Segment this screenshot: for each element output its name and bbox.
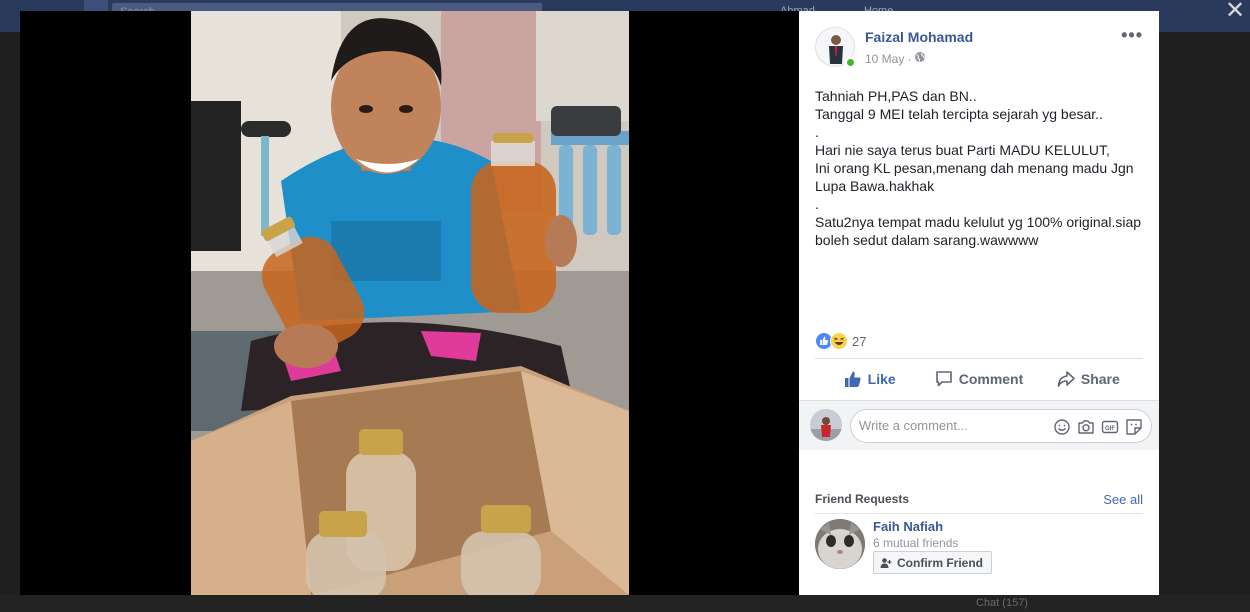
background-bottom-bar: [0, 594, 1250, 612]
mutual-friends-count[interactable]: 6 mutual friends: [873, 536, 958, 550]
post-line: Ini orang KL pesan,menang dah menang mad…: [815, 160, 1134, 194]
divider: [815, 513, 1143, 514]
like-icon: [844, 371, 861, 387]
comment-box[interactable]: GIF: [850, 409, 1152, 443]
post-panel: Faizal Mohamad 10 May · ••• Tahniah PH,P…: [799, 11, 1159, 595]
close-icon[interactable]: ✕: [1224, 0, 1246, 23]
post-line: Tahniah PH,PAS dan BN..: [815, 88, 977, 104]
globe-icon[interactable]: [914, 51, 926, 66]
avatar[interactable]: [810, 409, 842, 441]
sticker-icon[interactable]: [1125, 418, 1143, 436]
post-actions: Like Comment Share: [815, 361, 1143, 397]
meta-separator: ·: [907, 51, 912, 66]
gif-icon[interactable]: GIF: [1101, 418, 1119, 436]
post-line: Satu2nya tempat madu kelulut yg 100% ori…: [815, 214, 1142, 248]
comment-label: Comment: [958, 371, 1024, 387]
camera-icon[interactable]: [1077, 418, 1095, 436]
post-date[interactable]: 10 May: [865, 52, 904, 66]
like-label: Like: [867, 371, 896, 387]
confirm-friend-button[interactable]: Confirm Friend: [873, 551, 992, 574]
post-photo[interactable]: [191, 11, 629, 595]
author-name[interactable]: Faizal Mohamad: [865, 29, 973, 45]
background-chat-label: Chat (157): [976, 597, 1028, 609]
post-text: Tahniah PH,PAS dan BN.. Tanggal 9 MEI te…: [815, 87, 1150, 249]
author-avatar-wrap[interactable]: [815, 27, 856, 68]
emoji-icon[interactable]: [1053, 418, 1071, 436]
svg-text:GIF: GIF: [1105, 426, 1115, 432]
post-line: Tanggal 9 MEI telah tercipta sejarah yg …: [815, 106, 1103, 122]
reaction-count: 27: [852, 333, 867, 349]
add-friend-icon: [880, 557, 892, 568]
like-button[interactable]: Like: [815, 361, 924, 397]
see-all-link[interactable]: See all: [1103, 492, 1143, 507]
post-meta: 10 May ·: [865, 51, 926, 66]
online-status-dot: [845, 57, 856, 68]
confirm-friend-label: Confirm Friend: [897, 555, 983, 570]
comment-input[interactable]: [859, 418, 1049, 433]
comment-icon: [935, 371, 952, 387]
friend-request-name[interactable]: Faih Nafiah: [873, 519, 943, 534]
commenter-avatar-image: [810, 409, 842, 441]
divider: [815, 358, 1143, 359]
friend-requests-header: Friend Requests: [815, 492, 910, 506]
comment-button[interactable]: Comment: [924, 361, 1033, 397]
share-button[interactable]: Share: [1034, 361, 1143, 397]
share-label: Share: [1080, 371, 1120, 387]
comment-icons: GIF: [1053, 418, 1143, 436]
more-options-button[interactable]: •••: [1121, 25, 1143, 46]
comment-composer: GIF: [799, 400, 1159, 450]
post-line: .: [815, 124, 819, 140]
haha-reaction-icon: [830, 332, 848, 350]
post-photo-illustration: [191, 11, 629, 595]
reactions-summary[interactable]: 27: [815, 332, 866, 350]
post-line: Hari nie saya terus buat Parti MADU KELU…: [815, 142, 1110, 158]
avatar[interactable]: [815, 519, 865, 569]
share-icon: [1057, 371, 1075, 387]
post-line: .: [815, 196, 819, 212]
friend-avatar-image: [815, 519, 865, 569]
